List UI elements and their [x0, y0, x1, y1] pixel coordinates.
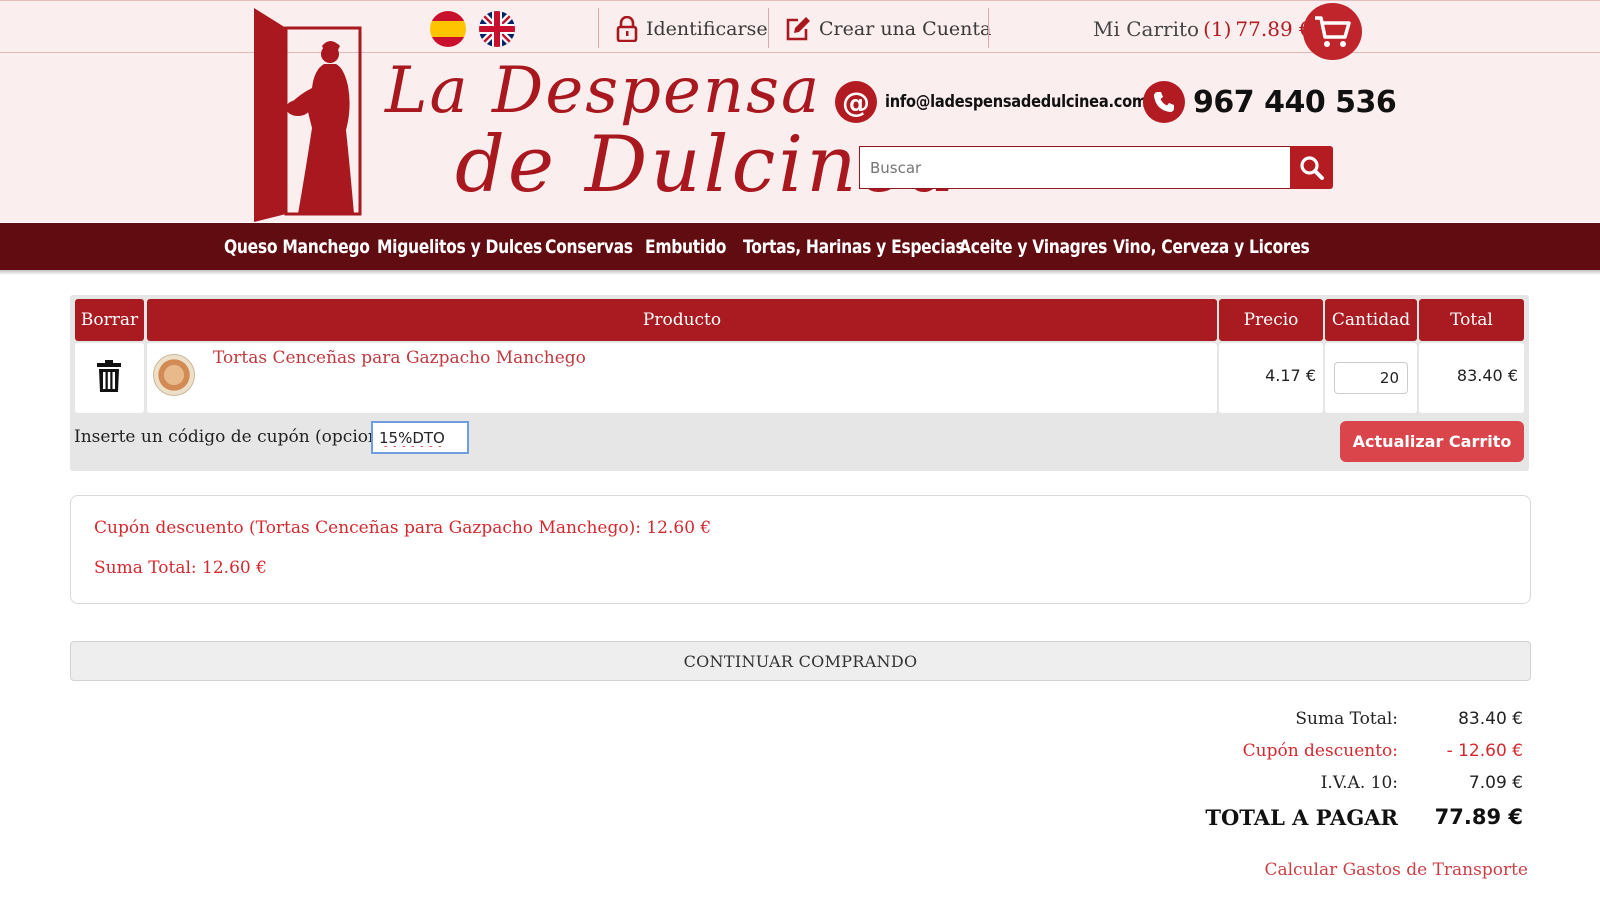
nav-item-embutido[interactable]: Embutido [645, 223, 726, 270]
discount-label: Cupón descuento: [1242, 741, 1398, 761]
email-contact[interactable]: @ info@ladespensadedulcinea.com [835, 80, 1190, 124]
subtotal-value: 83.40 € [1458, 709, 1523, 729]
phone-icon [1143, 81, 1185, 123]
uk-flag-icon[interactable] [479, 11, 515, 47]
spain-flag-icon[interactable] [430, 11, 466, 47]
coupon-input[interactable] [371, 421, 469, 454]
lock-icon [616, 16, 638, 42]
discount-value: - 12.60 € [1446, 741, 1523, 761]
login-label: Identificarse [646, 18, 768, 40]
site-header: Identificarse Crear una Cuenta Mi Carrit… [0, 0, 1600, 222]
search-input[interactable] [859, 146, 1291, 189]
column-header-quantity: Cantidad [1325, 299, 1417, 341]
cart-label: Mi Carrito [1093, 17, 1200, 41]
trash-icon[interactable] [97, 360, 121, 392]
coupon-label: Inserte un código de cupón (opcional) [74, 427, 402, 447]
product-price: 4.17 € [1265, 366, 1316, 385]
vat-value: 7.09 € [1468, 773, 1523, 793]
top-bar-divider [0, 52, 1600, 53]
register-link[interactable]: Crear una Cuenta [785, 14, 991, 44]
top-separator [598, 8, 599, 48]
edit-icon [786, 17, 810, 41]
grand-total-value: 77.89 € [1434, 805, 1523, 829]
column-header-delete: Borrar [75, 299, 144, 341]
nav-shadow [0, 270, 1600, 275]
column-header-price: Precio [1219, 299, 1323, 341]
column-header-total: Total [1419, 299, 1524, 341]
product-total: 83.40 € [1456, 366, 1518, 385]
nav-item-conservas[interactable]: Conservas [545, 223, 633, 270]
email-address: info@ladespensadedulcinea.com [885, 92, 1147, 112]
vat-label: I.V.A. 10: [1320, 773, 1398, 793]
main-nav: Queso Manchego Miguelitos y Dulces Conse… [0, 223, 1600, 270]
shipping-cost-link[interactable]: Calcular Gastos de Transporte [1264, 860, 1528, 880]
update-cart-button[interactable]: Actualizar Carrito [1340, 421, 1524, 462]
shopping-cart-icon [1314, 15, 1351, 47]
register-label: Crear una Cuenta [819, 18, 992, 40]
phone-number: 967 440 536 [1193, 84, 1397, 120]
phone-contact[interactable]: 967 440 536 [1143, 80, 1397, 124]
login-link[interactable]: Identificarse [616, 14, 768, 44]
search-icon [1299, 155, 1324, 180]
nav-item-aceite[interactable]: Aceite y Vinagres [959, 223, 1107, 270]
top-border [0, 0, 1600, 6]
nav-item-vino[interactable]: Vino, Cerveza y Licores [1113, 223, 1310, 270]
cart-summary[interactable]: Mi Carrito (1) 77.89 € [1093, 14, 1312, 44]
brand-name-line1: La Despensa [385, 54, 822, 128]
at-sign-icon: @ [835, 81, 877, 123]
top-separator [988, 8, 989, 48]
continue-shopping-button[interactable]: CONTINUAR COMPRANDO [70, 641, 1531, 681]
nav-item-tortas[interactable]: Tortas, Harinas y Especias [743, 223, 965, 270]
logo-door-figure-icon[interactable] [254, 8, 364, 222]
cart-amount: 77.89 € [1235, 17, 1312, 41]
column-header-product: Producto [147, 299, 1217, 341]
top-separator [768, 8, 769, 48]
discount-sum-line: Suma Total: 12.60 € [94, 558, 267, 578]
product-thumbnail[interactable] [153, 354, 195, 396]
nav-item-miguelitos[interactable]: Miguelitos y Dulces [377, 223, 542, 270]
cart-button[interactable] [1303, 3, 1362, 60]
cart-count: (1) [1203, 17, 1232, 41]
product-name-link[interactable]: Tortas Cenceñas para Gazpacho Manchego [213, 348, 586, 368]
quantity-input[interactable] [1334, 362, 1408, 394]
grand-total-label: TOTAL A PAGAR [1205, 805, 1398, 830]
coupon-discount-line: Cupón descuento (Tortas Cenceñas para Ga… [94, 518, 712, 538]
discount-summary-box [70, 495, 1531, 604]
subtotal-label: Suma Total: [1295, 709, 1398, 729]
search-button[interactable] [1290, 146, 1333, 189]
nav-item-queso[interactable]: Queso Manchego [224, 223, 370, 270]
